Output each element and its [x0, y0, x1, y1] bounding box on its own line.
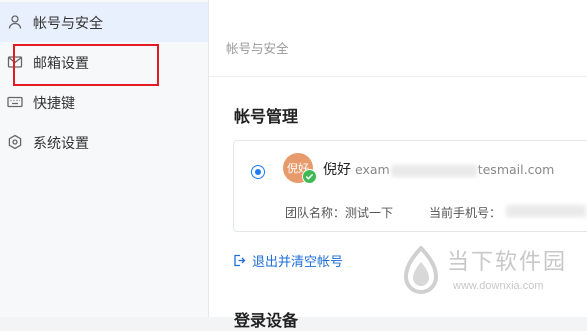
- user-icon: [8, 15, 22, 29]
- main-panel: 帐号与安全 帐号管理 倪好 倪好 exam tesmail.com 团队名称：测试…: [209, 0, 587, 330]
- account-radio[interactable]: [251, 165, 265, 179]
- verified-check-icon: [302, 169, 317, 184]
- email-prefix: exam: [355, 162, 390, 177]
- account-name: 倪好: [323, 162, 351, 178]
- gear-icon: [8, 134, 22, 150]
- team-label: 团队名称：: [285, 206, 346, 220]
- logout-clear-account-link[interactable]: 退出并清空帐号: [233, 251, 343, 270]
- team-info: 团队名称：测试一下: [285, 204, 393, 221]
- account-card[interactable]: 倪好 倪好 exam tesmail.com 团队名称：测试一下 当前手机号：: [233, 140, 587, 232]
- sidebar-item-label: 系统设置: [33, 136, 89, 152]
- phone-label: 当前手机号：: [429, 206, 502, 220]
- phone-redacted: [506, 205, 586, 217]
- exit-icon: [234, 254, 246, 267]
- keyboard-icon: [7, 96, 23, 108]
- next-section-title: 登录设备: [234, 311, 299, 330]
- annotation-highlight-box: [13, 44, 159, 86]
- sidebar-item-shortcuts[interactable]: 快捷键: [0, 82, 208, 122]
- section-title: 帐号管理: [234, 107, 299, 126]
- team-value: 测试一下: [345, 206, 394, 220]
- email-suffix: tesmail.com: [477, 162, 555, 177]
- sidebar-item-account-security[interactable]: 帐号与安全: [0, 2, 208, 42]
- sidebar-item-label: 帐号与安全: [33, 16, 103, 32]
- breadcrumb: 帐号与安全: [226, 41, 289, 56]
- sidebar-item-system-settings[interactable]: 系统设置: [0, 122, 208, 162]
- email-redacted: [390, 164, 477, 177]
- account-email: exam tesmail.com: [355, 162, 554, 177]
- sidebar-item-label: 快捷键: [33, 96, 75, 112]
- logout-label: 退出并清空帐号: [252, 255, 344, 270]
- divider: [209, 76, 587, 77]
